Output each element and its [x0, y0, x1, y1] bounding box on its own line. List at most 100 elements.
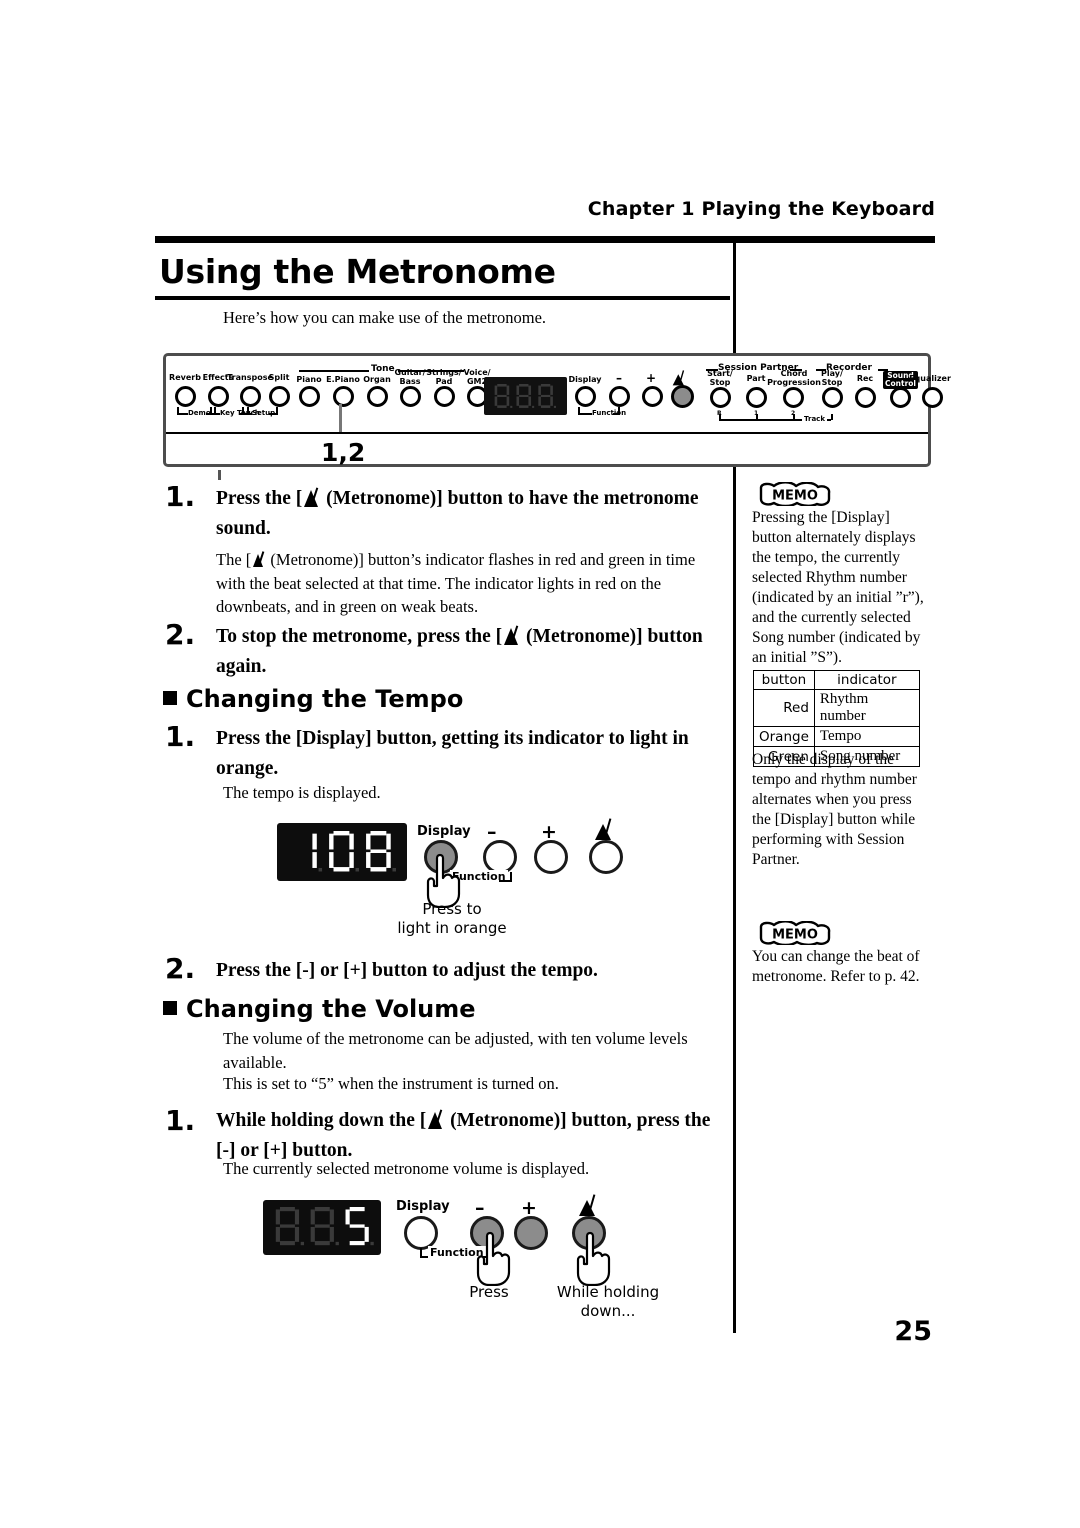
title-rule: [155, 296, 730, 300]
table-cell-meaning: Tempo: [813, 726, 920, 747]
tempo-fig-caption-line2: light in orange: [397, 919, 507, 937]
section-heading-volume: Changing the Volume: [163, 995, 476, 1023]
panel-knob-organ[interactable]: [367, 386, 388, 407]
memo-badge-icon: MEMO: [759, 921, 831, 945]
table-header-row: button indicator: [753, 670, 920, 690]
panel-illustration: Reverb Effects Transpose Split Demo Key …: [163, 353, 951, 467]
led-digit-1: [292, 831, 323, 872]
metronome-icon: [303, 487, 320, 507]
panel-knob-reverb[interactable]: [175, 386, 196, 407]
sidebar-note-line-0: Only the display of the: [752, 751, 895, 768]
panel-label-start-stop: Start/ Stop: [707, 369, 733, 387]
panel-knob-minus[interactable]: [609, 386, 630, 407]
step-number: 2.: [165, 618, 196, 651]
memo-1-line-0: Pressing the [Display]: [752, 509, 890, 526]
step-1-text-c: sound.: [216, 518, 271, 539]
panel-label-equalizer: Equalizer: [909, 374, 951, 383]
panel-knob-metronome[interactable]: [671, 385, 694, 408]
volume-fig-label-display: Display: [396, 1199, 450, 1214]
volume-fig-button-plus[interactable]: [514, 1216, 548, 1250]
metronome-icon: [594, 818, 614, 840]
memo-1-line-7: an initial ”S”).: [752, 649, 842, 666]
memo-1-line-5: and the currently selected: [752, 609, 911, 626]
bracket-tick: [210, 407, 212, 414]
bullet-square-icon: [163, 691, 177, 705]
volume-body-b: available.: [223, 1052, 287, 1072]
led-digit: [494, 384, 513, 408]
step-1-text-a: Press the [: [216, 488, 303, 509]
page-number: 25: [894, 1316, 932, 1347]
panel-label-plus: +: [645, 371, 657, 385]
memo-1-line-6: Song number (indicated by: [752, 629, 921, 646]
memo-1-line-4: (indicated by an initial ”r”),: [752, 589, 924, 606]
volume-body: The volume of the metronome can be adjus…: [223, 1027, 723, 1074]
panel-knob-strings-pad[interactable]: [434, 386, 455, 407]
panel-knob-start-stop[interactable]: [710, 387, 731, 408]
step-2-text: To stop the metronome, press the [ (Metr…: [216, 622, 726, 682]
panel-knob-guitar-bass[interactable]: [400, 386, 421, 407]
panel-knob-effects[interactable]: [208, 386, 229, 407]
table-cell-color: Orange: [753, 726, 815, 747]
panel-label-rec: Rec: [856, 374, 874, 383]
step-1-body: The [ (Metronome)] button’s indicator fl…: [216, 548, 726, 619]
pointing-hand-icon: [576, 1231, 611, 1286]
volume-fig-caption-press: Press: [469, 1283, 509, 1301]
tempo-fig-button-minus[interactable]: [483, 840, 517, 874]
panel-knob-epiano[interactable]: [333, 386, 354, 407]
tempo-led-display: [277, 823, 407, 881]
tempo-step-1-text: Press the [Display] button, getting its …: [216, 724, 726, 784]
bracket-tick: [618, 407, 620, 414]
panel-knob-display[interactable]: [575, 386, 596, 407]
panel-knob-play-stop[interactable]: [822, 387, 843, 408]
led-digit-0: [329, 831, 360, 872]
table-row: Orange Tempo: [753, 726, 920, 747]
memo-2-line-0: You can change the beat of: [752, 948, 920, 965]
bracket-tick: [242, 407, 244, 414]
panel-knob-rec[interactable]: [855, 387, 876, 408]
volume-fig-button-display[interactable]: [404, 1216, 438, 1250]
led-digit: [538, 384, 556, 408]
tempo-fig-button-metronome[interactable]: [589, 840, 623, 874]
tempo-step-2-text: Press the [-] or [+] button to adjust th…: [216, 960, 598, 981]
bullet-square-icon: [163, 1001, 177, 1015]
tempo-step-1-body: The tempo is displayed.: [223, 783, 381, 802]
memo-1-text: Pressing the [Display] button alternatel…: [752, 508, 927, 668]
table-header-indicator: indicator: [813, 670, 920, 690]
metronome-icon: [252, 551, 265, 567]
chapter-header: Chapter 1 Playing the Keyboard: [587, 198, 935, 220]
step-1-body-a: The [: [216, 550, 252, 569]
step-1-text: Press the [ (Metronome)] button to have …: [216, 484, 726, 544]
panel-knob-split[interactable]: [269, 386, 290, 407]
tempo-fig-button-plus[interactable]: [534, 840, 568, 874]
panel-knob-part[interactable]: [746, 387, 767, 408]
volume-step-1-text-a: While holding down the [: [216, 1110, 427, 1131]
step-1-body-c: with the beat selected at that time. The…: [216, 573, 662, 593]
panel-knob-chord-progression[interactable]: [783, 387, 804, 408]
metronome-icon: [578, 1194, 598, 1216]
led-digit: [516, 384, 535, 408]
led-digit: [310, 1207, 339, 1246]
metronome-icon: [503, 625, 520, 645]
sidebar-note-line-5: Partner.: [752, 851, 800, 868]
panel-knob-equalizer[interactable]: [922, 387, 943, 408]
bracket-tick: [510, 872, 512, 882]
section-heading-volume-label: Changing the Volume: [186, 995, 476, 1023]
sidebar-note-line-1: tempo and rhythm number: [752, 771, 917, 788]
section-heading-tempo-label: Changing the Tempo: [186, 685, 464, 713]
table-header-button: button: [753, 670, 815, 690]
panel-knob-piano[interactable]: [299, 386, 320, 407]
memo-badge-icon: MEMO: [759, 482, 831, 506]
bracket-tick: [831, 414, 833, 420]
step-1-body-b: (Metronome)] button’s indicator flashes …: [270, 550, 696, 569]
tempo-fig-label-display: Display: [417, 824, 471, 839]
step-callout-1-2: 1,2: [321, 438, 366, 467]
panel-sublabel-function: Function: [592, 409, 627, 417]
tempo-fig-caption: Press to light in orange: [352, 900, 552, 938]
sidebar-note-text: Only the display of the tempo and rhythm…: [752, 750, 927, 870]
panel-knob-sound-control[interactable]: [890, 387, 911, 408]
panel-knob-transpose[interactable]: [240, 386, 261, 407]
panel-sublabel-track: Track: [802, 415, 827, 423]
volume-step-1-text-b: (Metronome)] button, press the: [450, 1110, 711, 1131]
volume-led-display: [263, 1200, 381, 1255]
panel-knob-plus[interactable]: [642, 386, 663, 407]
